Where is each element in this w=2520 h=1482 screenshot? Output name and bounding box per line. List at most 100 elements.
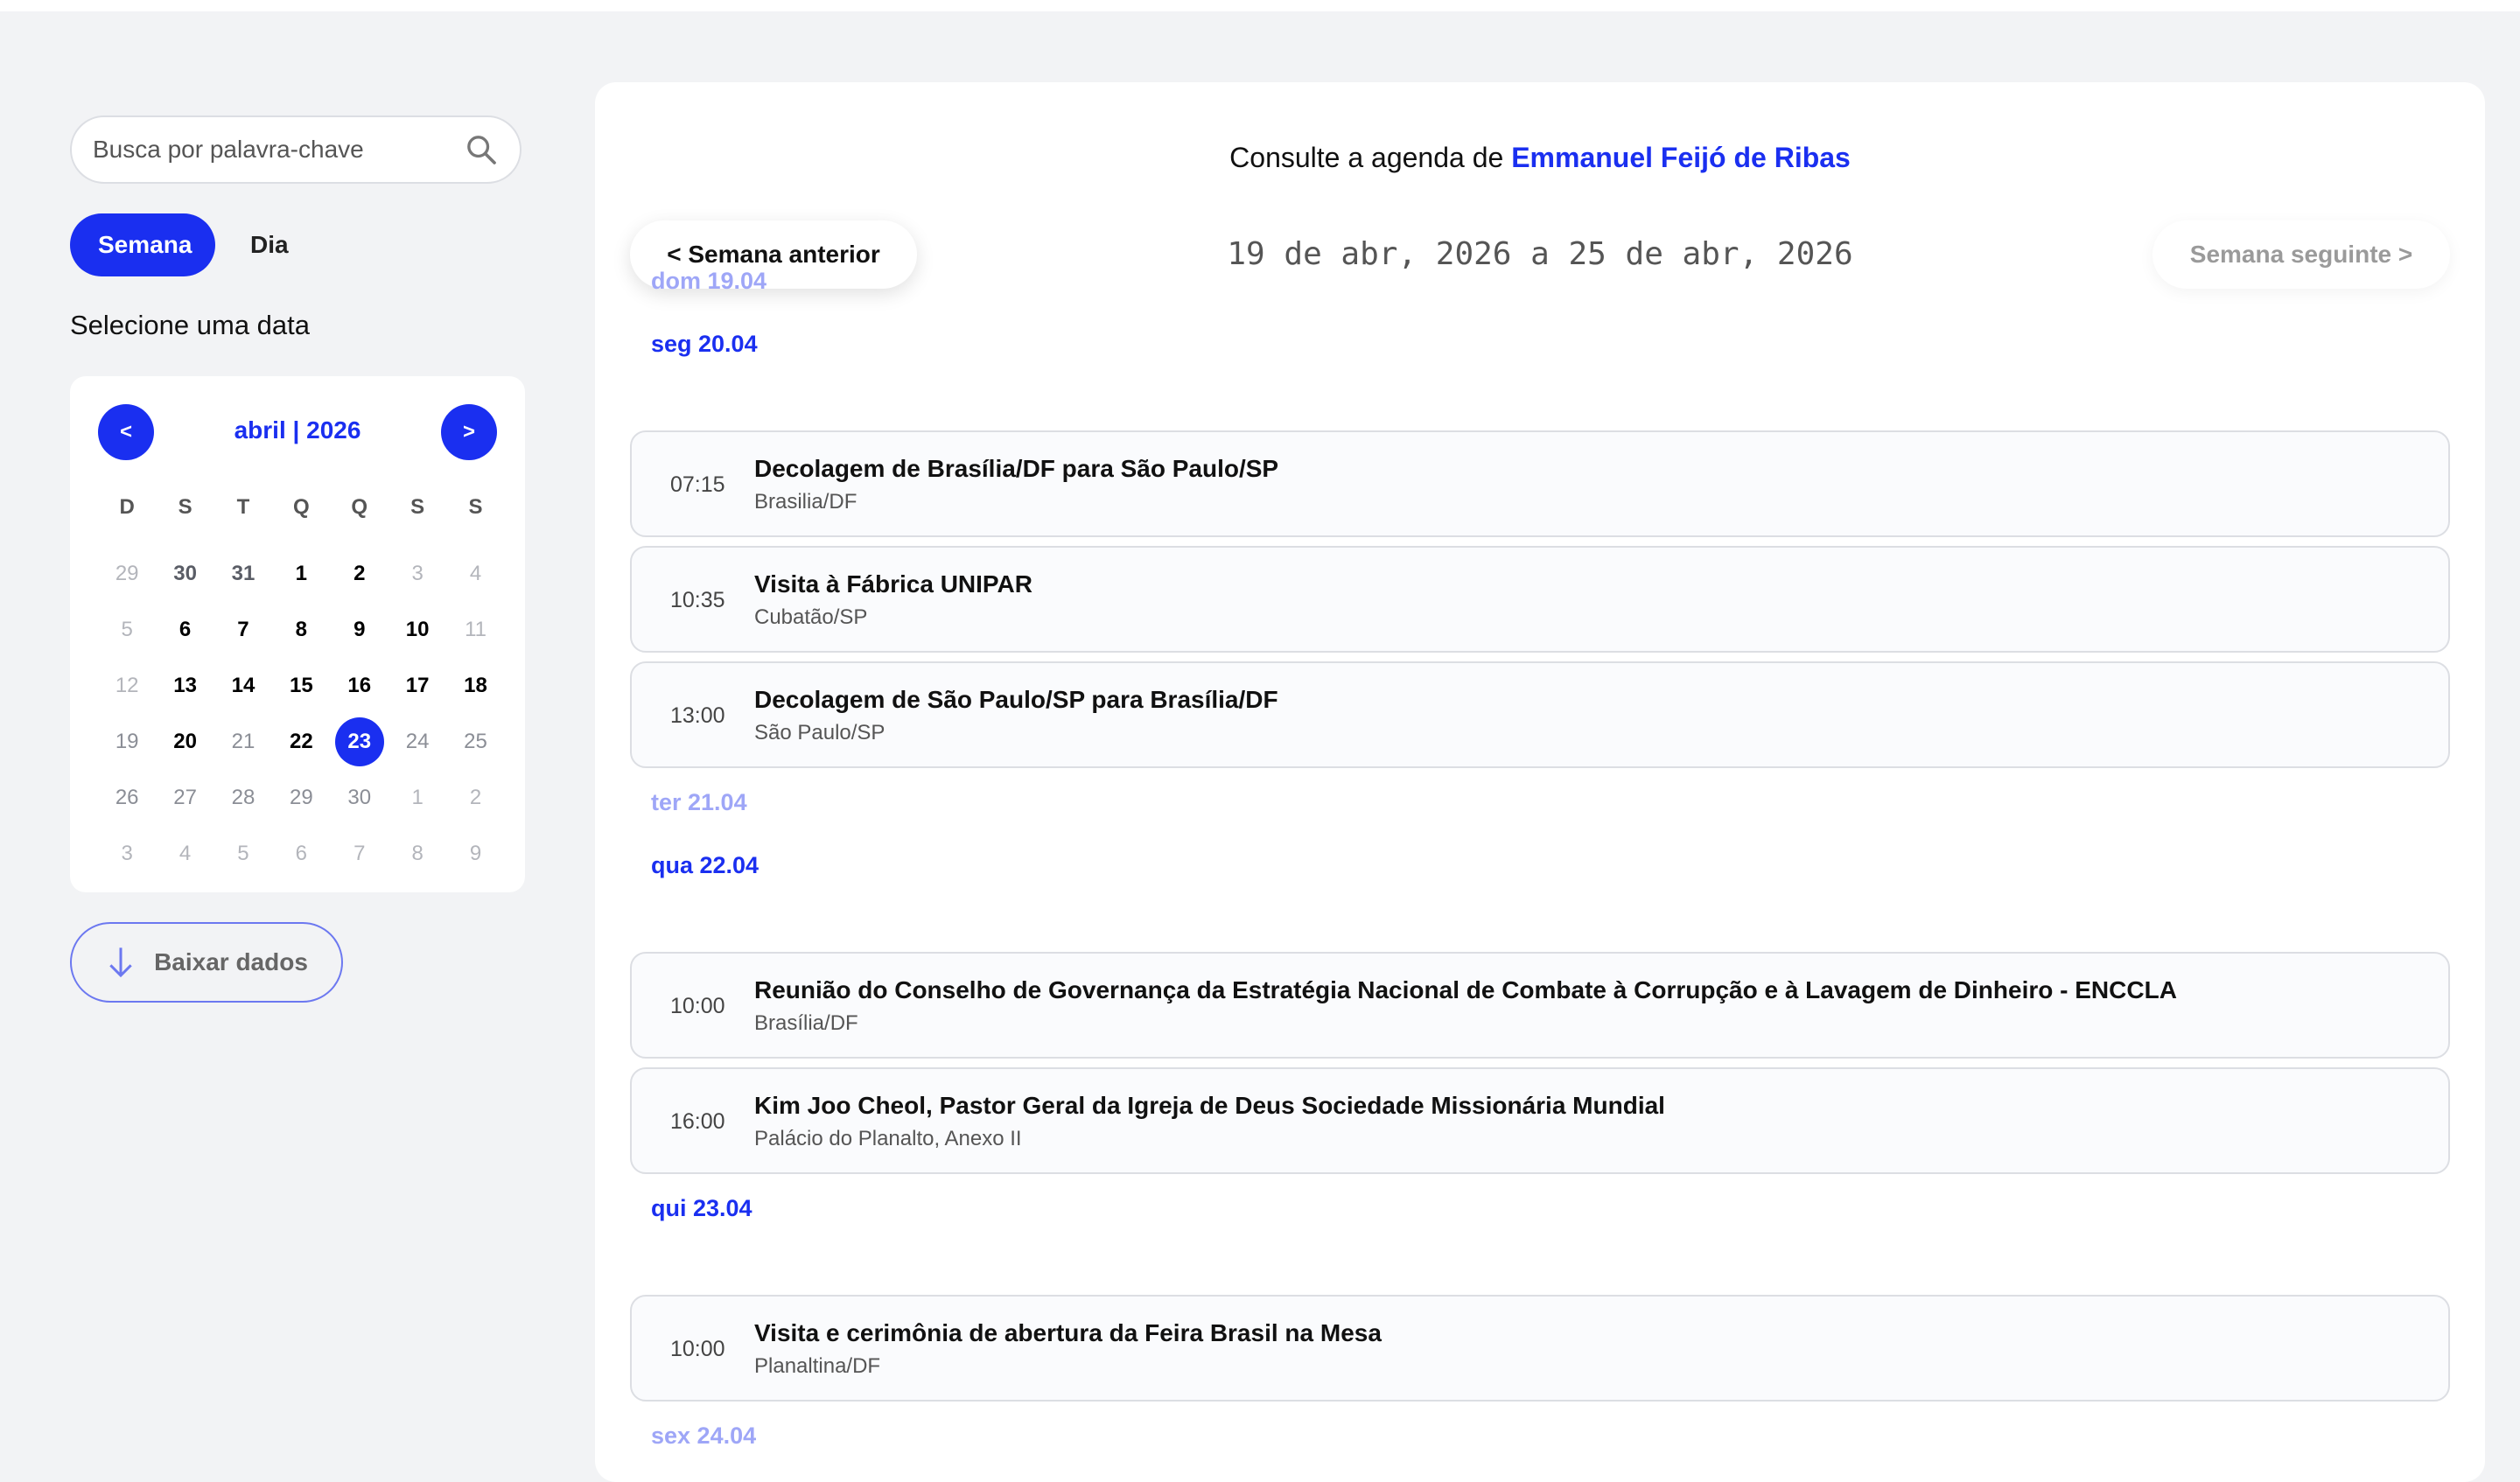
- calendar-day[interactable]: 4: [446, 546, 504, 602]
- calendar-day-number: 7: [237, 618, 249, 641]
- next-month-button[interactable]: >: [441, 404, 497, 460]
- calendar-day[interactable]: 30: [331, 770, 388, 826]
- search-icon[interactable]: [464, 132, 499, 167]
- calendar-day[interactable]: 20: [156, 714, 214, 770]
- calendar-day[interactable]: 26: [98, 770, 156, 826]
- event-title: Visita e cerimônia de abertura da Feira …: [754, 1319, 1382, 1346]
- calendar-day[interactable]: 2: [446, 770, 504, 826]
- weekday-header: T: [236, 495, 250, 519]
- calendar-day-number: 14: [231, 674, 256, 697]
- calendar-day-number: 28: [231, 786, 256, 809]
- download-data-button[interactable]: Baixar dados: [70, 922, 343, 1003]
- calendar-day-number: 29: [290, 786, 313, 809]
- event-card[interactable]: 10:00 Visita e cerimônia de abertura da F…: [630, 1295, 2450, 1402]
- day-view-button[interactable]: Dia: [222, 213, 317, 276]
- download-label: Baixar dados: [154, 948, 308, 975]
- calendar-day[interactable]: 1: [272, 546, 330, 602]
- arrow-down-icon: [109, 947, 132, 978]
- event-title: Reunião do Conselho de Governança da Est…: [754, 976, 2177, 1003]
- calendar-day-number: 3: [121, 842, 133, 865]
- calendar-day[interactable]: 16: [331, 658, 388, 714]
- event-card[interactable]: 07:15 Decolagem de Brasília/DF para São P…: [630, 430, 2450, 537]
- calendar-day[interactable]: 3: [98, 826, 156, 882]
- calendar-day-number: 20: [173, 730, 197, 753]
- calendar-day[interactable]: 9: [446, 826, 504, 882]
- calendar-day[interactable]: 22: [272, 714, 330, 770]
- calendar-day[interactable]: 19: [98, 714, 156, 770]
- calendar-day-number: 25: [464, 730, 487, 753]
- calendar-day[interactable]: 13: [156, 658, 214, 714]
- calendar-day[interactable]: 9: [331, 602, 388, 658]
- calendar-day-number: 9: [354, 618, 366, 641]
- calendar-day[interactable]: 7: [331, 826, 388, 882]
- calendar-day-number: 4: [469, 562, 482, 585]
- calendar-day-number: 30: [173, 562, 197, 585]
- day-label: sex 24.04: [651, 1423, 757, 1449]
- event-time: 07:15: [670, 472, 725, 497]
- calendar-day-number: 24: [405, 730, 430, 753]
- calendar-day[interactable]: 5: [98, 602, 156, 658]
- calendar-day[interactable]: 11: [446, 602, 504, 658]
- calendar-day[interactable]: 29: [272, 770, 330, 826]
- event-card[interactable]: 10:00 Reunião do Conselho de Governança d…: [630, 952, 2450, 1059]
- calendar-day-number: 6: [178, 618, 192, 641]
- calendar-day[interactable]: 24: [388, 714, 446, 770]
- event-card[interactable]: 13:00 Decolagem de São Paulo/SP para Bras…: [630, 661, 2450, 768]
- calendar-day-selected[interactable]: 23: [331, 714, 388, 770]
- calendar-day[interactable]: 1: [388, 770, 446, 826]
- calendar-day[interactable]: 8: [272, 602, 330, 658]
- search-box[interactable]: [70, 115, 522, 184]
- day-label: qua 22.04: [651, 852, 760, 878]
- calendar-day[interactable]: 6: [272, 826, 330, 882]
- event-time: 10:00: [670, 994, 725, 1018]
- calendar-day[interactable]: 15: [272, 658, 330, 714]
- title-prefix: Consulte a agenda de: [1229, 142, 1504, 173]
- event-location: Palácio do Planalto, Anexo II: [754, 1127, 1022, 1150]
- calendar-day[interactable]: 6: [156, 602, 214, 658]
- event-time: 16:00: [670, 1109, 725, 1134]
- calendar-day[interactable]: 29: [98, 546, 156, 602]
- calendar-day-number: 3: [411, 562, 424, 585]
- next-week-button[interactable]: Semana seguinte >: [2152, 220, 2450, 289]
- calendar-day-number: 4: [178, 842, 192, 865]
- search-input[interactable]: [72, 135, 464, 164]
- calendar-day[interactable]: 27: [156, 770, 214, 826]
- event-location: São Paulo/SP: [754, 721, 886, 744]
- week-view-button[interactable]: Semana: [70, 213, 215, 276]
- calendar-day[interactable]: 14: [214, 658, 272, 714]
- event-time: 10:00: [670, 1337, 725, 1361]
- event-location: Brasília/DF: [754, 1011, 858, 1035]
- calendar-day[interactable]: 3: [388, 546, 446, 602]
- calendar-day[interactable]: 8: [388, 826, 446, 882]
- calendar-day[interactable]: 17: [388, 658, 446, 714]
- calendar-day[interactable]: 7: [214, 602, 272, 658]
- event-card[interactable]: 10:35 Visita à Fábrica UNIPAR Cubatão/SP: [630, 546, 2450, 653]
- event-time: 10:35: [670, 588, 725, 612]
- calendar-day[interactable]: 12: [98, 658, 156, 714]
- calendar-day-number: 8: [411, 842, 424, 865]
- date-picker: < abril | 2026 > D S T Q Q S S 29 30 31 1 2 3 4 5 6 7 8 9 1…: [70, 376, 525, 892]
- calendar-day[interactable]: 4: [156, 826, 214, 882]
- calendar-day-number: 12: [115, 674, 139, 697]
- event-title: Decolagem de Brasília/DF para São Paulo/…: [754, 455, 1279, 482]
- event-card[interactable]: 16:00 Kim Joo Cheol, Pastor Geral da Igre…: [630, 1067, 2450, 1174]
- calendar-day-number: 22: [290, 730, 313, 753]
- calendar-day-number: 2: [469, 786, 482, 809]
- calendar-day[interactable]: 28: [214, 770, 272, 826]
- calendar-day[interactable]: 10: [388, 602, 446, 658]
- calendar-day[interactable]: 30: [156, 546, 214, 602]
- event-location: Cubatão/SP: [754, 605, 868, 629]
- calendar-day-number: 15: [290, 674, 313, 697]
- view-toggle: Semana Dia: [70, 213, 317, 276]
- calendar-day[interactable]: 5: [214, 826, 272, 882]
- calendar-day[interactable]: 21: [214, 714, 272, 770]
- calendar-day[interactable]: 2: [331, 546, 388, 602]
- calendar-day[interactable]: 31: [214, 546, 272, 602]
- calendar-day[interactable]: 25: [446, 714, 504, 770]
- calendar-day-number: 23: [334, 717, 384, 766]
- weekday-header: Q: [293, 495, 310, 519]
- event-time: 13:00: [670, 703, 725, 728]
- weekday-header: S: [178, 495, 192, 519]
- calendar-day-number: 5: [237, 842, 249, 865]
- calendar-day[interactable]: 18: [446, 658, 504, 714]
